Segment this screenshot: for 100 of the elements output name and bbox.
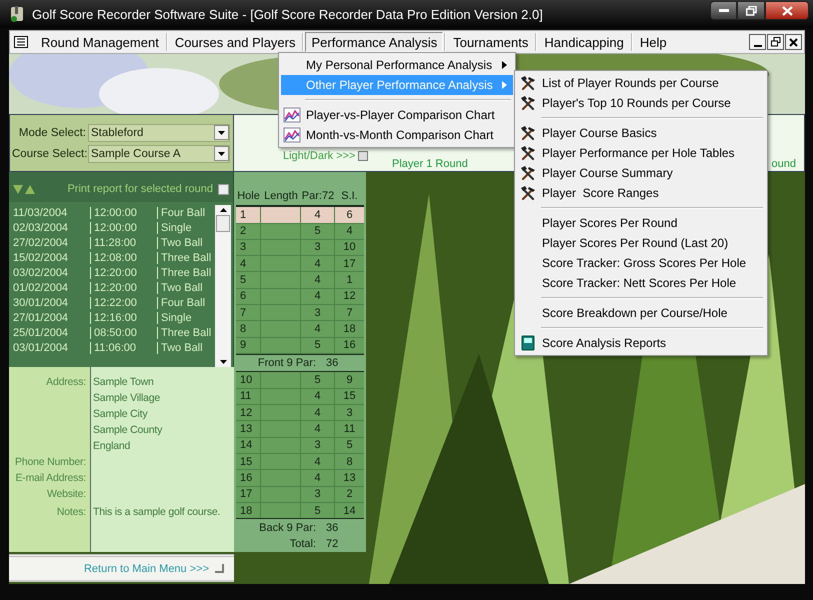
menu-item[interactable]: Score Breakdown per Course/Hole — [517, 303, 765, 323]
table-row[interactable]: 3 3 10 — [236, 240, 364, 256]
table-row[interactable]: 1 4 6 — [236, 207, 364, 224]
sort-up-icon[interactable] — [25, 184, 35, 194]
sort-down-icon[interactable] — [13, 184, 23, 194]
restore-icon — [746, 6, 756, 16]
scrollbar[interactable] — [215, 205, 231, 367]
scroll-up-icon[interactable] — [220, 208, 226, 212]
menu-item-label: Player Score Ranges — [542, 186, 660, 200]
menu-item[interactable]: Player Scores Per Round (Last 20) — [517, 233, 765, 253]
checkbox[interactable] — [218, 184, 229, 194]
field-label: Mode Select: — [18, 126, 86, 138]
table-cell-text: 11 — [342, 422, 356, 437]
table-row[interactable]: 7 3 7 — [236, 305, 364, 322]
table-cell: 4 — [301, 405, 335, 420]
field-value: This is a sample golf course. — [93, 505, 222, 520]
table-cell: 12:20:00 — [90, 282, 157, 294]
table-cell: 3 — [301, 486, 335, 502]
menu-item-label: Score Tracker: Gross Scores Per Hole — [542, 256, 748, 270]
menu-item[interactable]: Performance Analysis — [305, 32, 444, 52]
menu-item[interactable]: My Personal Performance Analysis — [281, 55, 513, 75]
table-row[interactable]: 15 4 8 — [236, 454, 364, 470]
caret-icon — [218, 130, 225, 134]
field-label: Website: — [46, 487, 87, 502]
table-cell: 11 — [236, 388, 261, 404]
table-row[interactable]: 11 4 15 — [236, 388, 364, 406]
table-row[interactable]: 16 4 13 — [236, 470, 364, 487]
table-row[interactable]: 6 4 12 — [236, 288, 364, 306]
table-row[interactable]: 9 5 16 — [236, 338, 364, 354]
table-row[interactable]: 5 4 1 — [236, 272, 364, 289]
checkbox[interactable] — [358, 151, 368, 161]
table-cell: 4 — [301, 421, 335, 437]
table-cell-text: 11/03/2004 — [12, 206, 68, 218]
submenu-arrow-icon — [502, 81, 507, 89]
table-row[interactable]: 8 4 18 — [236, 321, 364, 338]
table-cell-text: 14 — [342, 504, 357, 518]
restore-button[interactable] — [737, 1, 765, 20]
restore-icon — [770, 37, 780, 47]
minimize-button[interactable] — [710, 1, 737, 20]
close-button[interactable] — [785, 34, 802, 50]
menu-item[interactable]: Player Scores Per Round — [517, 213, 765, 233]
menu-item[interactable]: Player's Top 10 Rounds per Course — [517, 93, 765, 113]
menu-item[interactable]: Player Score Ranges — [517, 183, 765, 203]
menu-item[interactable]: Score Analysis Reports — [517, 333, 765, 353]
table-cell-text: 3 — [345, 406, 354, 420]
table-row[interactable]: 10 5 9 — [236, 372, 364, 389]
close-button[interactable] — [765, 1, 809, 20]
menu-item[interactable]: Player-vs-Player Comparison Chart — [281, 105, 513, 125]
table-row[interactable]: 17 3 2 — [236, 486, 364, 504]
scroll-thumb[interactable] — [216, 215, 230, 232]
table-row[interactable]: 18 5 14 — [236, 503, 364, 520]
table-row[interactable]: 4 4 17 — [236, 256, 364, 272]
table-cell-text: 27/01/2004 — [12, 312, 70, 324]
table-row[interactable]: 13 4 11 — [236, 421, 364, 438]
menu-item-label: Month-vs-Month Comparison Chart — [306, 128, 494, 142]
total-label: Front 9 Par: — [256, 357, 316, 370]
tools-icon — [520, 125, 536, 141]
table-cell: 6 — [236, 288, 261, 304]
dropdown-button[interactable] — [214, 125, 229, 140]
minimize-button[interactable] — [749, 34, 766, 50]
menu-item[interactable]: Score Tracker: Gross Scores Per Hole — [517, 253, 765, 273]
select-field[interactable]: Stableford — [88, 124, 230, 142]
restore-button[interactable] — [767, 34, 784, 50]
menu-item-label: Player-vs-Player Comparison Chart — [306, 108, 496, 122]
table-cell-text: 1 — [345, 273, 354, 288]
menu-item-label: Score Analysis Reports — [542, 336, 668, 350]
table-cell: 8 — [236, 321, 261, 337]
table-cell: 3 — [301, 438, 335, 454]
menu-item[interactable]: Score Tracker: Nett Scores Per Hole — [517, 273, 765, 293]
menu-item[interactable]: Handicapping — [538, 32, 630, 52]
table-cell: 4 — [301, 321, 335, 337]
table-row[interactable]: 14 3 5 — [236, 438, 364, 454]
table-cell: 7 — [236, 305, 261, 320]
table-row[interactable]: 2 5 4 — [236, 224, 364, 240]
menu-item[interactable]: Player Course Summary — [517, 163, 765, 183]
menu-item[interactable]: Player Course Basics — [517, 123, 765, 143]
menu-item[interactable]: List of Player Rounds per Course — [517, 73, 765, 93]
tools-icon — [520, 165, 536, 181]
table-cell-text: 03/01/2004 — [12, 342, 70, 354]
menu-item[interactable]: Tournaments — [447, 32, 534, 52]
table-cell: 12:22:00 — [90, 296, 157, 308]
menu-item[interactable]: Round Management — [35, 32, 165, 52]
scroll-down-icon[interactable] — [220, 360, 226, 364]
select-field[interactable]: Sample Course A — [88, 144, 230, 162]
tools-icon — [520, 95, 536, 111]
table-cell-text: 4 — [345, 224, 354, 239]
tools-icon — [520, 185, 536, 201]
form-icon[interactable] — [14, 36, 28, 48]
menu-item[interactable]: Player Performance per Hole Tables — [517, 143, 765, 163]
column-header: Length — [263, 190, 299, 202]
menu-item[interactable]: Help — [634, 32, 673, 52]
menu-item-label: Score Tracker: Nett Scores Per Hole — [542, 276, 738, 290]
dropdown-button[interactable] — [214, 146, 229, 161]
print-label: Print report for selected round — [67, 183, 213, 195]
menu-item[interactable]: Month-vs-Month Comparison Chart — [281, 125, 513, 145]
table-cell-text: 9 — [345, 373, 354, 388]
menu-item-label: My Personal Performance Analysis — [306, 58, 494, 72]
menu-item[interactable]: Courses and Players — [168, 32, 302, 52]
line-chart-icon — [283, 127, 301, 143]
table-row[interactable]: 12 4 3 — [236, 405, 364, 422]
